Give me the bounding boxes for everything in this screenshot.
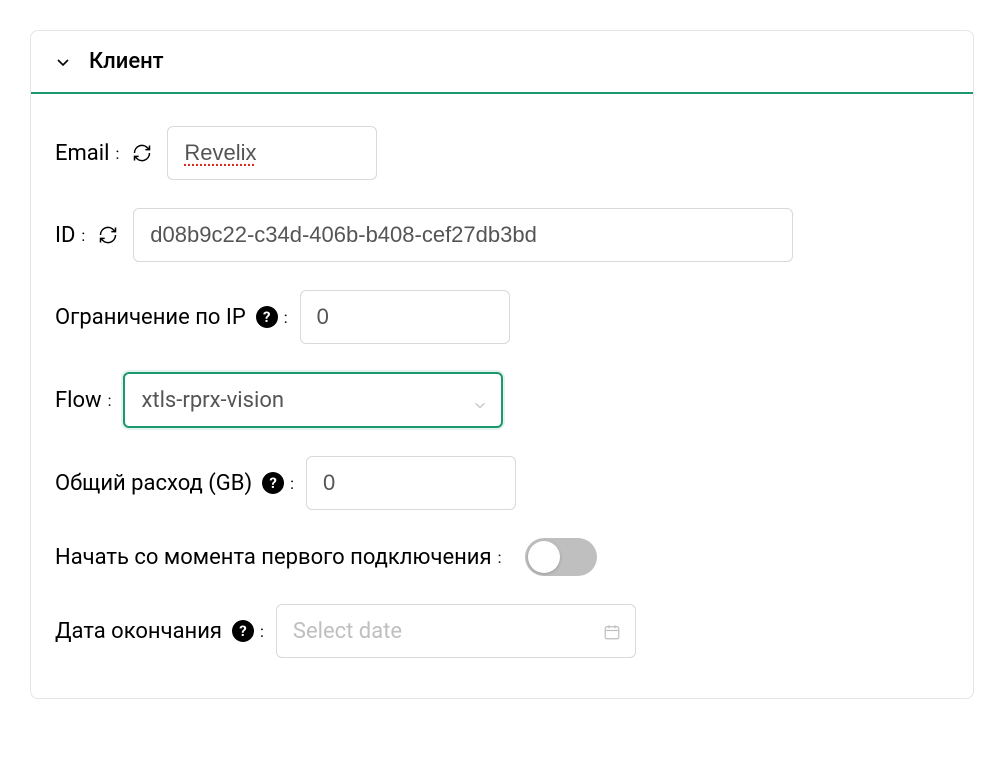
panel-header[interactable]: Клиент [31, 31, 973, 94]
total-gb-input[interactable] [306, 456, 516, 510]
help-icon[interactable]: ? [232, 620, 254, 642]
id-input[interactable] [133, 208, 793, 262]
client-panel: Клиент Email : ID : [30, 30, 974, 699]
toggle-knob [528, 541, 560, 573]
chevron-down-icon [55, 54, 71, 70]
help-icon[interactable]: ? [262, 472, 284, 494]
id-row: ID : [55, 208, 949, 262]
expiry-row: Дата окончания ? : Select date [55, 604, 949, 658]
flow-value: xtls-rprx-vision [141, 388, 284, 413]
expiry-date-input[interactable]: Select date [276, 604, 636, 658]
expiry-label: Дата окончания [55, 619, 222, 644]
ip-limit-row: Ограничение по IP ? : [55, 290, 949, 344]
help-icon[interactable]: ? [256, 306, 278, 328]
total-gb-row: Общий расход (GB) ? : [55, 456, 949, 510]
start-first-label: Начать со момента первого подключения [55, 545, 492, 570]
start-first-toggle[interactable] [525, 538, 597, 576]
chevron-down-icon [473, 393, 487, 407]
expiry-placeholder: Select date [293, 619, 402, 644]
calendar-icon [603, 622, 621, 640]
email-row: Email : [55, 126, 949, 180]
ip-limit-input[interactable] [300, 290, 510, 344]
refresh-id-icon[interactable] [97, 224, 119, 246]
start-first-row: Начать со момента первого подключения : [55, 538, 949, 576]
email-label: Email [55, 141, 109, 166]
panel-body: Email : ID : [31, 94, 973, 698]
flow-select[interactable]: xtls-rprx-vision [123, 372, 503, 428]
ip-limit-label: Ограничение по IP [55, 305, 246, 330]
colon: : [260, 622, 264, 641]
flow-label: Flow [55, 388, 102, 413]
id-label: ID [55, 223, 75, 248]
colon: : [108, 391, 112, 410]
colon: : [498, 548, 502, 567]
panel-title: Клиент [89, 49, 164, 74]
refresh-email-icon[interactable] [131, 142, 153, 164]
colon: : [290, 474, 294, 493]
total-gb-label: Общий расход (GB) [55, 471, 252, 496]
flow-row: Flow : xtls-rprx-vision [55, 372, 949, 428]
colon: : [115, 144, 119, 163]
colon: : [284, 308, 288, 327]
colon: : [81, 226, 85, 245]
email-input[interactable] [167, 126, 377, 180]
